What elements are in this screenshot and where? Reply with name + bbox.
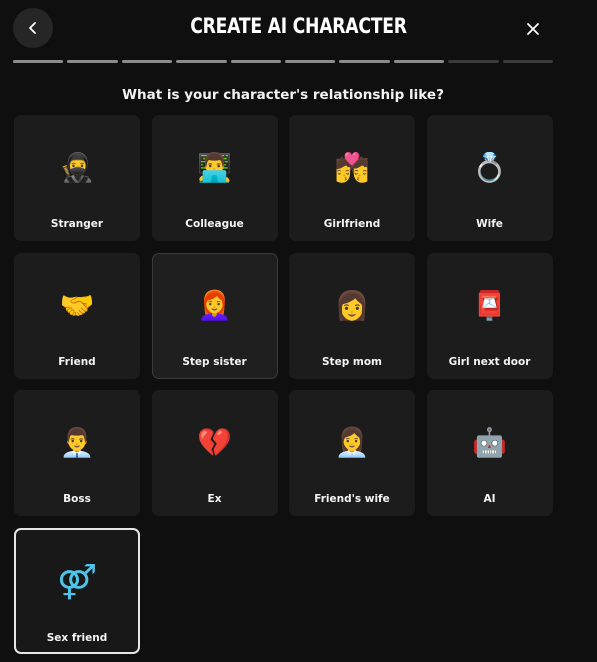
- relationship-options-grid: 🥷 Stranger 👨‍💻 Colleague 💏 Girlfriend 💍 Wife 🤝 Fr…: [14, 115, 553, 654]
- chevron-left-icon: [29, 22, 36, 34]
- option-card-girlfriend[interactable]: 💏 Girlfriend: [289, 115, 415, 241]
- friend-icon: 🤝: [59, 288, 95, 322]
- option-label: Friend's wife: [314, 493, 390, 505]
- header: CREATE AI CHARACTER: [0, 0, 597, 58]
- girl-next-door-icon: 📮: [472, 288, 507, 322]
- option-label: Colleague: [185, 218, 244, 230]
- progress-segment: [393, 60, 445, 63]
- colleague-icon: 👨‍💻: [197, 151, 232, 184]
- stranger-icon: 🥷: [59, 151, 95, 184]
- progress-segment: [176, 60, 227, 63]
- progress-segment: [448, 60, 499, 63]
- step-mom-icon: 👩: [334, 288, 370, 322]
- ai-icon: 🤖: [472, 426, 507, 459]
- progress-segment: [121, 60, 173, 63]
- back-button[interactable]: [13, 8, 53, 48]
- close-icon: [527, 23, 539, 35]
- friend-s-wife-icon: 👩‍💼: [334, 426, 370, 459]
- progress-segment: [230, 60, 282, 63]
- option-card-friend-s-wife[interactable]: 👩‍💼 Friend's wife: [289, 390, 415, 516]
- option-label: Girl next door: [448, 355, 531, 368]
- option-label: Sex friend: [46, 631, 108, 644]
- option-card-ai[interactable]: 🤖 AI: [426, 390, 553, 516]
- option-label: Step mom: [322, 355, 382, 368]
- option-label: Wife: [476, 218, 503, 230]
- option-card-sex-friend[interactable]: ⚤ Sex friend: [14, 527, 140, 654]
- progress-segment: [13, 60, 64, 63]
- option-label: Boss: [63, 493, 91, 505]
- option-label: Friend: [58, 355, 96, 368]
- progress-segment: [67, 60, 118, 63]
- progress-segment: [339, 60, 390, 63]
- boss-icon: 👨‍💼: [59, 426, 95, 459]
- question-text: What is your character's relationship li…: [122, 87, 444, 103]
- option-label: Step sister: [182, 355, 247, 368]
- option-card-friend[interactable]: 🤝 Friend: [14, 252, 140, 379]
- option-label: Stranger: [50, 218, 104, 230]
- girlfriend-icon: 💏: [334, 151, 370, 184]
- option-label: Ex: [207, 493, 222, 505]
- option-card-step-mom[interactable]: 👩 Step mom: [289, 252, 415, 379]
- option-label: Girlfriend: [323, 218, 381, 230]
- progress-bar: [13, 60, 554, 64]
- sex-friend-icon: ⚤: [57, 561, 97, 602]
- option-card-boss[interactable]: 👨‍💼 Boss: [14, 390, 140, 516]
- option-card-wife[interactable]: 💍 Wife: [426, 115, 553, 241]
- option-card-colleague[interactable]: 👨‍💻 Colleague: [151, 115, 278, 241]
- progress-segment: [502, 60, 554, 63]
- ex-icon: 💔: [197, 426, 232, 459]
- option-card-ex[interactable]: 💔 Ex: [151, 390, 278, 516]
- option-card-step-sister[interactable]: 👩‍🦰 Step sister: [151, 252, 278, 379]
- close-button[interactable]: [518, 14, 548, 44]
- option-label: AI: [483, 493, 496, 505]
- page-title: CREATE AI CHARACTER: [190, 14, 407, 38]
- wife-icon: 💍: [472, 151, 507, 184]
- option-card-stranger[interactable]: 🥷 Stranger: [14, 115, 140, 241]
- step-sister-icon: 👩‍🦰: [197, 288, 232, 322]
- option-card-girl-next-door[interactable]: 📮 Girl next door: [426, 252, 553, 379]
- progress-segment: [285, 60, 336, 63]
